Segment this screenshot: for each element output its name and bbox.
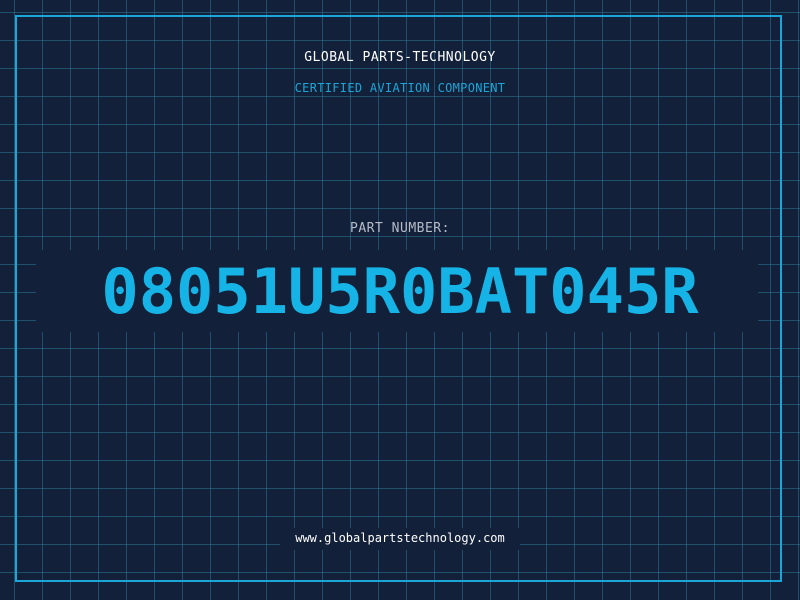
certification-subtitle: CERTIFIED AVIATION COMPONENT xyxy=(294,81,506,95)
website-link[interactable]: www.globalpartstechnology.com xyxy=(0,531,800,545)
company-name: GLOBAL PARTS-TECHNOLOGY xyxy=(304,50,496,65)
part-number-label: PART NUMBER: xyxy=(350,221,450,236)
certificate-card: GLOBAL PARTS-TECHNOLOGY CERTIFIED AVIATI… xyxy=(0,0,800,600)
part-number-value: 08051U5R0BAT045R xyxy=(101,255,699,328)
